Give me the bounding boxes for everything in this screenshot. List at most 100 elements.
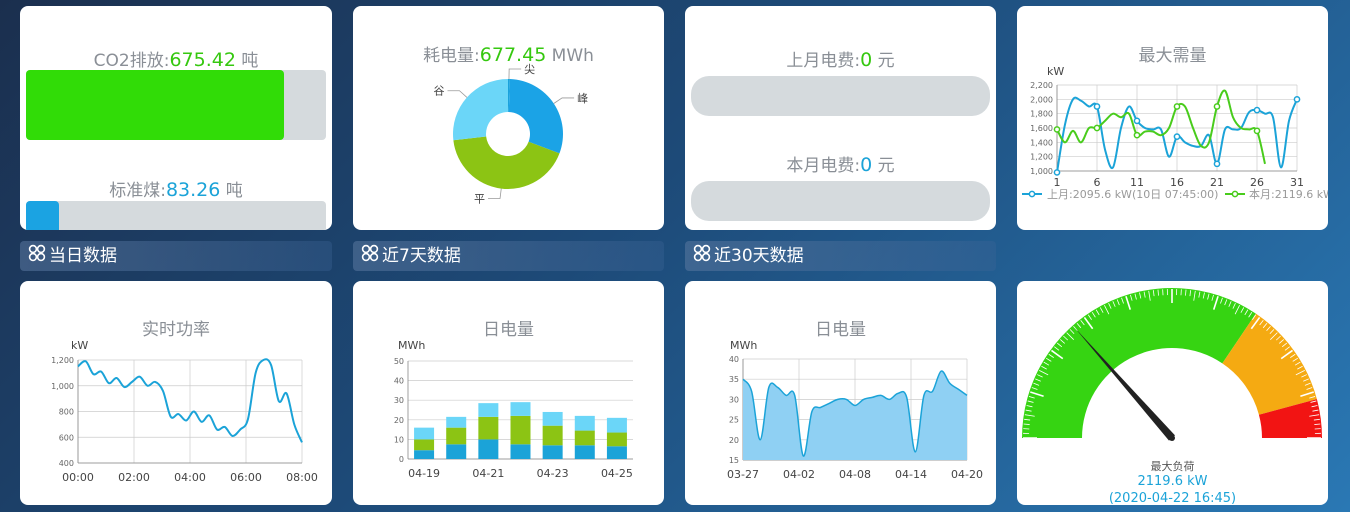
this-month-fee-unit: 元 <box>872 156 895 176</box>
gauge-tick <box>1314 423 1321 425</box>
x-tick-label: 00:00 <box>62 471 94 484</box>
series-point-1 <box>1213 103 1221 110</box>
y-axis-unit: kW <box>1047 65 1064 78</box>
y-tick-label: 30 <box>729 395 739 404</box>
x-tick-label: 04-08 <box>839 468 871 481</box>
legend-label-last: 上月:2095.6 kW(10日 07:45:00) <box>1047 188 1218 201</box>
realtime-power-chart: kW 400 600 800 1,000 1,200 00:00 02:00 04:00 06:0… <box>51 339 318 484</box>
bar-2 <box>446 416 467 428</box>
legend-marker-this <box>1231 190 1239 198</box>
series-point-0 <box>1093 103 1101 110</box>
grid-icon <box>361 242 379 272</box>
gauge-label: 最大负荷 <box>1150 460 1195 473</box>
x-tick-label: 06:00 <box>230 471 262 484</box>
bar-0 <box>478 439 499 459</box>
legend-marker-last <box>1028 190 1036 198</box>
gauge-card: 最大负荷 2119.6 kW (2020-04-22 16:45) <box>1017 281 1328 505</box>
last-month-fee-value: 0 <box>860 49 873 71</box>
y-tick-label: 1,800 <box>1030 110 1053 119</box>
this-month-fee-value: 0 <box>860 154 873 176</box>
co2-unit: 吨 <box>235 51 259 71</box>
grid-icon <box>693 242 711 272</box>
series-point-0 <box>1133 117 1141 125</box>
series-point-1 <box>1253 127 1261 135</box>
gauge-time: (2020-04-22 16:45) <box>1108 491 1237 505</box>
y-tick-label: 2,000 <box>1030 95 1053 104</box>
coal-bar <box>26 201 326 230</box>
donut-slice-3 <box>453 79 508 141</box>
y-tick-label: 30 <box>394 396 404 405</box>
y-axis-unit: kW <box>71 339 88 352</box>
bar-0 <box>606 446 627 459</box>
x-tick-label: 04-19 <box>408 467 440 480</box>
co2-title: CO2排放:675.42 吨 <box>20 46 332 71</box>
bar-1 <box>510 415 531 445</box>
series-point-0 <box>1293 95 1301 103</box>
section-month-label: 近30天数据 <box>714 246 804 266</box>
gauge-tick <box>1023 423 1030 425</box>
donut-leader-0 <box>508 68 522 80</box>
bar-2 <box>478 403 499 417</box>
bar-1 <box>606 432 627 447</box>
bar-1 <box>542 425 563 446</box>
fee-card: 上月电费:0 元 本月电费:0 元 <box>685 6 996 230</box>
gauge-pivot <box>1169 435 1175 441</box>
donut-label-1: 峰 <box>577 92 588 105</box>
donut-label-0: 尖 <box>524 63 535 76</box>
bar-2 <box>510 402 531 416</box>
coal-bar-fill <box>26 201 59 230</box>
series-point-0 <box>1253 106 1261 114</box>
coal-unit: 吨 <box>220 181 243 201</box>
series-point-0 <box>1213 160 1221 168</box>
y-tick-label: 600 <box>59 433 74 442</box>
y-tick-label: 40 <box>729 355 739 364</box>
x-tick-label: 04-25 <box>601 467 633 480</box>
series-point-1 <box>1053 126 1061 133</box>
y-tick-label: 25 <box>729 416 739 425</box>
legend-label-this: 本月:2119.6 kW <box>1249 187 1328 201</box>
y-tick-label: 1,000 <box>1030 167 1053 176</box>
series-point-0 <box>1173 133 1181 140</box>
this-month-fee-label: 本月电费: <box>786 156 861 176</box>
last-month-fee-bar <box>691 76 990 116</box>
bar-2 <box>606 417 627 433</box>
last-month-fee-title: 上月电费:0 元 <box>685 46 996 71</box>
y-tick-label: 400 <box>59 459 74 468</box>
bar-2 <box>414 427 435 440</box>
bar-0 <box>542 445 563 459</box>
y-tick-label: 1,400 <box>1030 138 1053 147</box>
section-week[interactable]: 近7天数据 <box>353 241 664 271</box>
coal-label: 标准煤: <box>109 181 166 201</box>
donut-label-2: 平 <box>474 193 485 206</box>
section-daily[interactable]: 当日数据 <box>20 241 332 271</box>
co2-bar-fill <box>26 70 284 140</box>
gauge-tick <box>1157 289 1159 296</box>
series-line-1 <box>1056 89 1266 165</box>
x-tick-label: 03-27 <box>727 468 759 481</box>
grid-icon <box>28 242 46 272</box>
x-tick-label: 08:00 <box>286 471 318 484</box>
last-month-fee-label: 上月电费: <box>786 51 861 71</box>
week-energy-chart: MWh 0 10 20 30 40 50 04-19 04-21 04-23 04-25 <box>394 339 633 480</box>
y-tick-label: 20 <box>729 436 739 445</box>
x-tick-label: 04-14 <box>895 468 927 481</box>
y-tick-label: 800 <box>59 408 74 417</box>
gauge-value: 2119.6 kW <box>1137 474 1208 489</box>
series-point-1 <box>1133 131 1141 139</box>
month-energy-chart: MWh 15 20 25 30 35 40 03-27 04-02 04-08 04-14 04-20 <box>727 339 983 481</box>
month-energy-card: 日电量 MWh 15 20 25 30 35 40 03-27 04-02 04-08 04-14 0… <box>685 281 996 505</box>
x-tick-label: 04-20 <box>951 468 983 481</box>
consumption-donut-chart: 尖峰平 谷 <box>433 63 588 206</box>
bar-0 <box>574 445 595 459</box>
bar-1 <box>574 430 595 446</box>
bar-0 <box>510 444 531 459</box>
y-tick-label: 35 <box>729 375 739 384</box>
y-tick-label: 1,200 <box>1030 153 1053 162</box>
this-month-fee-title: 本月电费:0 元 <box>685 151 996 176</box>
consumption-card: 耗电量:677.45 MWh 尖峰平谷 <box>353 6 664 230</box>
y-tick-label: 20 <box>394 416 404 425</box>
week-energy-card: 日电量 MWh 0 10 20 30 40 50 04-19 04-21 04-23 04-25 <box>353 281 664 505</box>
donut-label-3: 谷 <box>433 85 444 98</box>
donut-leader-1 <box>553 97 575 104</box>
section-month[interactable]: 近30天数据 <box>685 241 996 271</box>
